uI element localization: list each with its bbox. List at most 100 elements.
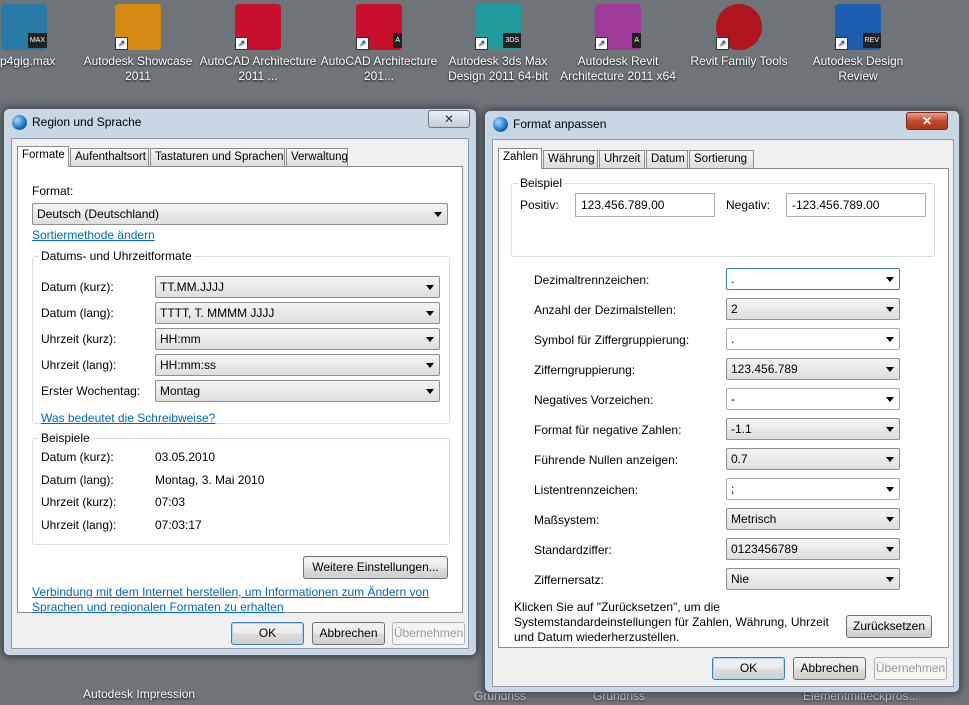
chevron-down-icon	[886, 397, 894, 402]
chevron-down-icon	[886, 307, 894, 312]
group-title: Datums- und Uhrzeitformate	[39, 249, 194, 263]
revit-icon: ↗ A	[595, 4, 641, 50]
format-select[interactable]: Deutsch (Deutschland)	[32, 203, 448, 225]
globe-icon	[12, 115, 27, 130]
ok-button[interactable]: OK	[231, 622, 304, 645]
chevron-down-icon	[886, 337, 894, 342]
tab-verwaltung[interactable]: Verwaltung	[286, 148, 348, 166]
more-settings-button[interactable]: Weitere Einstellungen...	[303, 556, 448, 579]
date-short-select[interactable]: TT.MM.JJJJ	[155, 276, 440, 298]
showcase-icon: ↗	[115, 4, 161, 50]
region-client: Formate Aufenthaltsort Tastaturen und Sp…	[11, 138, 469, 649]
reset-button[interactable]: Zurücksetzen	[846, 615, 932, 638]
format-tabs: Zahlen Währung Uhrzeit Datum Sortierung	[498, 148, 948, 169]
desktop-icon[interactable]: ↗ REV Autodesk Design Review	[794, 4, 922, 84]
negative-sign-select[interactable]: -	[726, 388, 900, 410]
tab-zahlen[interactable]: Zahlen	[498, 148, 542, 169]
negative-format-select[interactable]: -1.1	[726, 418, 900, 440]
standard-digits-select[interactable]: 0123456789	[726, 538, 900, 560]
example-label: Uhrzeit (lang):	[41, 518, 117, 532]
tab-formate[interactable]: Formate	[17, 146, 69, 167]
desktop-icon[interactable]: ↗ Revit Family Tools	[675, 4, 803, 69]
measurement-system-select[interactable]: Metrisch	[726, 508, 900, 530]
max-file-icon: MAX	[1, 4, 47, 50]
chevron-down-icon	[426, 285, 434, 290]
region-tabs: Formate Aufenthaltsort Tastaturen und Sp…	[17, 146, 457, 167]
setting-label: Negatives Vorzeichen:	[534, 393, 654, 407]
example-value: Montag, 3. Mai 2010	[155, 473, 265, 487]
reset-info-text: Systemstandardeinstellungen für Zahlen, …	[514, 615, 829, 629]
positive-example-field[interactable]: 123.456.789.00	[575, 193, 715, 217]
setting-label: Zifferngruppierung:	[534, 363, 636, 377]
format-label: Format:	[32, 184, 74, 198]
example-value: 07:03	[155, 495, 186, 509]
digit-grouping-symbol-select[interactable]: .	[726, 328, 900, 350]
chevron-down-icon	[426, 311, 434, 316]
example-label: Uhrzeit (kurz):	[41, 495, 117, 509]
dt-label: Erster Wochentag:	[41, 384, 141, 398]
example-label: Datum (lang):	[41, 473, 114, 487]
tab-waehrung[interactable]: Währung	[543, 150, 598, 168]
apply-button[interactable]: Übernehmen	[874, 657, 947, 680]
cancel-button[interactable]: Abbrechen	[793, 657, 866, 680]
sort-method-link[interactable]: Sortiermethode ändern	[32, 228, 155, 242]
internet-link[interactable]: Sprachen und regionalen Formaten zu erha…	[32, 600, 284, 614]
time-short-select[interactable]: HH:mm	[155, 328, 440, 350]
reset-info-text: Klicken Sie auf "Zurücksetzen", um die	[514, 600, 720, 614]
region-titlebar[interactable]: Region und Sprache ✕	[4, 109, 476, 135]
desktop-icon[interactable]: ↗ A Autodesk Revit Architecture 2011 x64	[554, 4, 682, 84]
desktop-icon[interactable]: ↗ AutoCAD Architecture 2011 ...	[194, 4, 322, 84]
format-client: Zahlen Währung Uhrzeit Datum Sortierung …	[492, 139, 954, 687]
desktop-icon-label: Autodesk 3ds Max Design 2011 64-bit	[448, 54, 548, 83]
desktop-icon[interactable]: ↗ A AutoCAD Architecture 201...	[315, 4, 443, 84]
setting-label: Führende Nullen anzeigen:	[534, 453, 679, 467]
cancel-button[interactable]: Abbrechen	[312, 622, 385, 645]
examples-group: Beispiele Datum (kurz): 03.05.2010 Datum…	[32, 431, 450, 545]
design-review-icon: ↗ REV	[835, 4, 881, 50]
desktop-icon[interactable]: ↗ Autodesk Showcase 2011	[74, 4, 202, 84]
chevron-down-icon	[886, 277, 894, 282]
tab-tastaturen[interactable]: Tastaturen und Sprachen	[150, 148, 285, 166]
digit-grouping-select[interactable]: 123.456.789	[726, 358, 900, 380]
group-title: Beispiele	[39, 431, 92, 445]
internet-link[interactable]: Verbindung mit dem Internet herstellen, …	[32, 585, 429, 599]
tab-aufenthaltsort[interactable]: Aufenthaltsort	[70, 148, 149, 166]
example-value: 07:03:17	[155, 518, 202, 532]
chevron-down-icon	[886, 427, 894, 432]
digit-substitution-select[interactable]: Nie	[726, 568, 900, 590]
notation-link[interactable]: Was bedeutet die Schreibweise?	[41, 411, 215, 425]
setting-label: Format für negative Zahlen:	[534, 423, 682, 437]
close-button[interactable]: ✕	[906, 112, 948, 130]
chevron-down-icon	[886, 577, 894, 582]
leading-zeros-select[interactable]: 0.7	[726, 448, 900, 470]
close-button[interactable]: ✕	[428, 110, 470, 128]
tab-uhrzeit[interactable]: Uhrzeit	[599, 150, 645, 168]
example-group: Beispiel Positiv: 123.456.789.00 Negativ…	[511, 176, 935, 257]
date-long-select[interactable]: TTTT, T. MMMM JJJJ	[155, 302, 440, 324]
list-separator-select[interactable]: ;	[726, 478, 900, 500]
chevron-down-icon	[886, 547, 894, 552]
desktop-icon[interactable]: ↗ 3DS Autodesk 3ds Max Design 2011 64-bit	[434, 4, 562, 84]
setting-label: Maßsystem:	[534, 513, 600, 527]
region-dialog: Region und Sprache ✕ Formate Aufenthalts…	[3, 108, 477, 656]
tab-datum[interactable]: Datum	[646, 150, 688, 168]
decimal-separator-select[interactable]: .	[726, 268, 900, 290]
setting-label: Listentrennzeichen:	[534, 483, 639, 497]
format-titlebar[interactable]: Format anpassen ✕	[485, 111, 959, 137]
tab-sortierung[interactable]: Sortierung	[689, 150, 754, 168]
apply-button[interactable]: Übernehmen	[392, 622, 465, 645]
chevron-down-icon	[886, 457, 894, 462]
dt-label: Uhrzeit (kurz):	[41, 332, 117, 346]
autocad-icon: ↗	[235, 4, 281, 50]
example-value: 03.05.2010	[155, 450, 216, 464]
desktop-icon-label[interactable]: Autodesk Impression	[83, 687, 195, 701]
first-weekday-select[interactable]: Montag	[155, 380, 440, 402]
ok-button[interactable]: OK	[712, 657, 785, 680]
datetime-formats-group: Datums- und Uhrzeitformate Datum (kurz):…	[32, 249, 450, 425]
time-long-select[interactable]: HH:mm:ss	[155, 354, 440, 376]
chevron-down-icon	[434, 212, 442, 217]
setting-label: Anzahl der Dezimalstellen:	[534, 303, 677, 317]
decimal-places-select[interactable]: 2	[726, 298, 900, 320]
negative-example-field[interactable]: -123.456.789.00	[786, 193, 926, 217]
negative-label: Negativ:	[726, 198, 771, 212]
